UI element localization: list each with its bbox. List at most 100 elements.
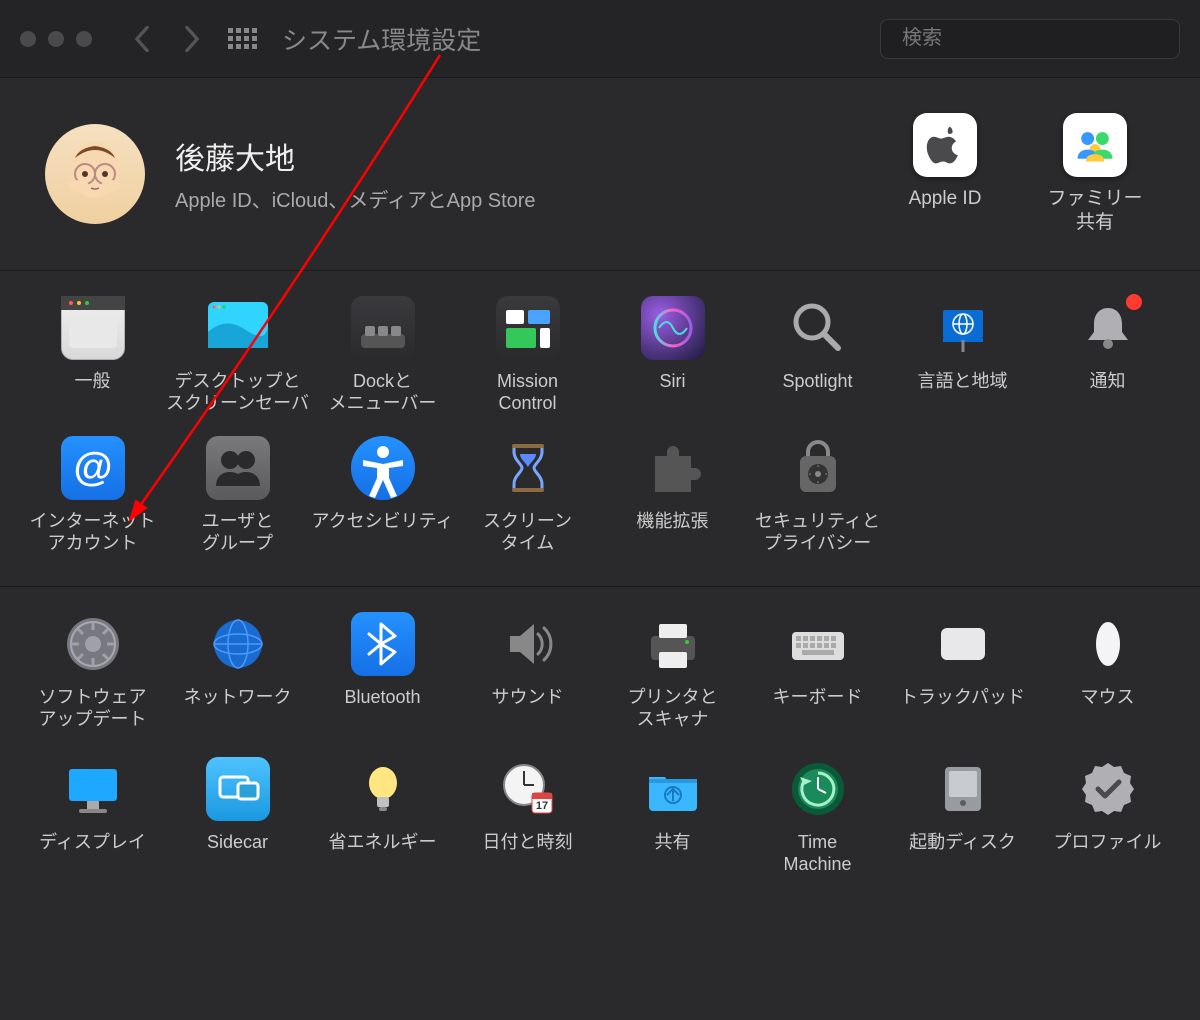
zoom-button[interactable] [76,31,92,47]
section-personal: 一般 デスクトップと スクリーンセーバ Dockと メニューバー Mission… [0,271,1200,587]
pref-mouse[interactable]: マウス [1035,612,1180,732]
pref-accessibility[interactable]: アクセシビリティ [310,436,455,556]
pref-keyboard[interactable]: キーボード [745,612,890,732]
sidecar-icon [206,757,270,821]
svg-text:@: @ [73,445,112,489]
pref-siri[interactable]: Siri [600,296,745,416]
pref-label: 一般 [75,370,111,416]
close-button[interactable] [20,31,36,47]
security-icon [786,436,850,500]
accessibility-icon [351,436,415,500]
pref-users-groups[interactable]: ユーザと グループ [165,436,310,556]
user-avatar[interactable] [45,124,145,224]
memoji-icon [55,134,135,214]
apple-id-label: Apple ID [885,187,1005,211]
nav-forward-button[interactable] [172,19,212,59]
window-toolbar: システム環境設定 [0,0,1200,78]
apple-id-pref[interactable]: Apple ID [885,113,1005,235]
pref-bluetooth[interactable]: Bluetooth [310,612,455,732]
pref-displays[interactable]: ディスプレイ [20,757,165,877]
pref-label: マウス [1081,686,1135,732]
minimize-button[interactable] [48,31,64,47]
pref-label: ユーザと グループ [202,510,274,556]
pref-energy-saver[interactable]: 省エネルギー [310,757,455,877]
nav-back-button[interactable] [122,19,162,59]
chevron-left-icon [133,26,151,52]
pref-startup-disk[interactable]: 起動ディスク [890,757,1035,877]
hourglass-icon [496,436,560,500]
pref-sharing[interactable]: 共有 [600,757,745,877]
pref-mission-control[interactable]: Mission Control [455,296,600,416]
pref-label: キーボード [773,686,863,732]
search-field[interactable] [880,19,1180,59]
mouse-icon [1076,612,1140,676]
search-input[interactable] [902,27,1167,50]
printer-icon [641,612,705,676]
pref-label: ソフトウェア アップデート [39,686,147,732]
pref-label: サウンド [492,686,564,732]
pref-security[interactable]: セキュリティと プライバシー [745,436,890,556]
puzzle-icon [641,436,705,500]
pref-label: Mission Control [497,370,558,416]
pref-label: デスクトップと スクリーンセーバ [166,370,309,416]
pref-sidecar[interactable]: Sidecar [165,757,310,877]
account-name: 後藤大地 [175,134,885,178]
pref-label: 省エネルギー [329,831,437,877]
pref-spotlight[interactable]: Spotlight [745,296,890,416]
network-icon [206,612,270,676]
at-sign-icon: @ [61,436,125,500]
pref-label: ネットワーク [184,686,292,732]
family-label: ファミリー 共有 [1035,187,1155,235]
pref-label: 共有 [655,831,691,877]
bluetooth-icon [351,612,415,676]
pref-label: スクリーン タイム [483,510,572,556]
pref-screen-time[interactable]: スクリーン タイム [455,436,600,556]
pref-label: 言語と地域 [918,370,1008,416]
pref-sound[interactable]: サウンド [455,612,600,732]
section-hardware: ソフトウェア アップデート ネットワーク Bluetooth サウンド プリンタ… [0,587,1200,907]
folder-icon [641,757,705,821]
pref-software-update[interactable]: ソフトウェア アップデート [20,612,165,732]
apple-id-icon [913,113,977,177]
pref-label: ディスプレイ [39,831,146,877]
pref-profiles[interactable]: プロファイル [1035,757,1180,877]
pref-trackpad[interactable]: トラックパッド [890,612,1035,732]
gear-icon [61,612,125,676]
pref-time-machine[interactable]: Time Machine [745,757,890,877]
pref-label: Time Machine [783,831,851,877]
disk-icon [931,757,995,821]
pref-dock[interactable]: Dockと メニューバー [310,296,455,416]
speaker-icon [496,612,560,676]
pref-label: Bluetooth [344,686,420,732]
trackpad-icon [931,612,995,676]
pref-internet-accounts[interactable]: @ インターネット アカウント [20,436,165,556]
pref-label: 日付と時刻 [483,831,573,877]
checkmark-seal-icon [1076,757,1140,821]
display-icon [61,757,125,821]
pref-date-time[interactable]: 17 日付と時刻 [455,757,600,877]
grid-row-1: 一般 デスクトップと スクリーンセーバ Dockと メニューバー Mission… [20,296,1180,416]
chevron-right-icon [183,26,201,52]
grid-icon [228,28,257,49]
pref-general[interactable]: 一般 [20,296,165,416]
pref-network[interactable]: ネットワーク [165,612,310,732]
users-icon [206,436,270,500]
pref-language[interactable]: 言語と地域 [890,296,1035,416]
family-icon [1063,113,1127,177]
pref-printers[interactable]: プリンタと スキャナ [600,612,745,732]
notification-badge [1124,292,1144,312]
pref-label: 通知 [1090,370,1126,416]
family-sharing-pref[interactable]: ファミリー 共有 [1035,113,1155,235]
pref-label: Siri [660,370,686,416]
bell-icon [1076,296,1140,360]
pref-extensions[interactable]: 機能拡張 [600,436,745,556]
grid-row-2: @ インターネット アカウント ユーザと グループ アクセシビリティ スクリーン… [20,436,1180,556]
pref-desktop[interactable]: デスクトップと スクリーンセーバ [165,296,310,416]
pref-label: セキュリティと プライバシー [755,510,880,556]
grid-view-button[interactable] [222,19,262,59]
siri-icon [641,296,705,360]
pref-label: トラックパッド [900,686,1025,732]
pref-label: Dockと メニューバー [329,370,437,416]
pref-notifications[interactable]: 通知 [1035,296,1180,416]
window-title: システム環境設定 [282,21,880,57]
